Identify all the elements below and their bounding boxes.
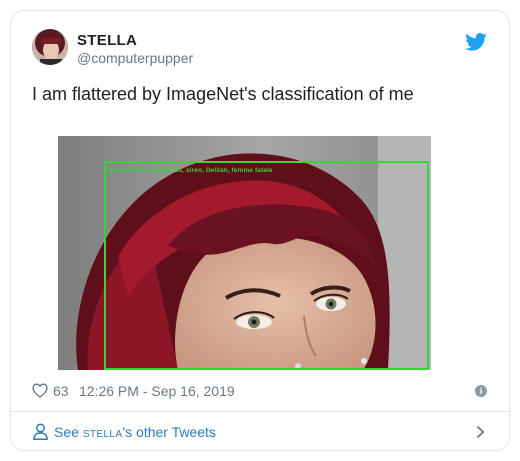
info-icon[interactable]: i <box>475 385 487 397</box>
like-count[interactable]: 63 <box>53 383 69 399</box>
author-name-smallcaps: stella <box>82 424 123 440</box>
see-prefix: See <box>54 424 79 440</box>
tweet-text: I am flattered by ImageNet's classificat… <box>32 84 414 104</box>
see-other-tweets-link[interactable]: See stella's other Tweets <box>11 412 509 450</box>
tweet-card: STELLA @computerpupper I am flattered by… <box>10 10 510 451</box>
user-handle[interactable]: @computerpupper <box>77 50 193 66</box>
timestamp[interactable]: 12:26 PM - Sep 16, 2019 <box>79 383 235 399</box>
see-suffix: 's other Tweets <box>122 424 216 440</box>
chevron-right-icon <box>476 425 485 439</box>
see-other-tweets-label: See stella's other Tweets <box>54 424 216 440</box>
tweet-meta: 63 12:26 PM - Sep 16, 2019 i <box>32 382 492 400</box>
avatar[interactable] <box>32 29 68 65</box>
detection-box <box>104 161 429 370</box>
twitter-bird-icon[interactable] <box>465 33 487 51</box>
heart-icon[interactable] <box>32 383 48 399</box>
person-icon <box>33 423 48 440</box>
display-name[interactable]: STELLA <box>77 32 137 49</box>
tweet-photo[interactable]: enchantress, temptress, siren, Delilah, … <box>58 136 431 370</box>
detection-label: enchantress, temptress, siren, Delilah, … <box>107 167 273 174</box>
